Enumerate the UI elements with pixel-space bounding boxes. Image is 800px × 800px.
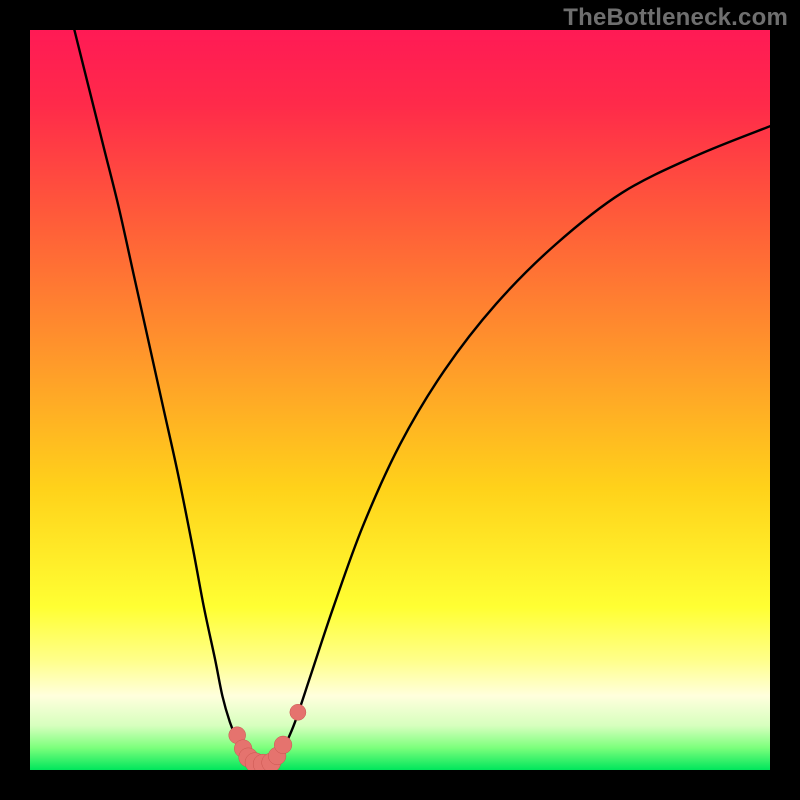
chart-svg	[30, 30, 770, 770]
valley-marker	[290, 704, 306, 720]
plot-area	[30, 30, 770, 770]
watermark-text: TheBottleneck.com	[563, 4, 788, 32]
chart-frame: TheBottleneck.com	[0, 0, 800, 800]
valley-marker	[274, 736, 292, 754]
gradient-background	[30, 30, 770, 770]
